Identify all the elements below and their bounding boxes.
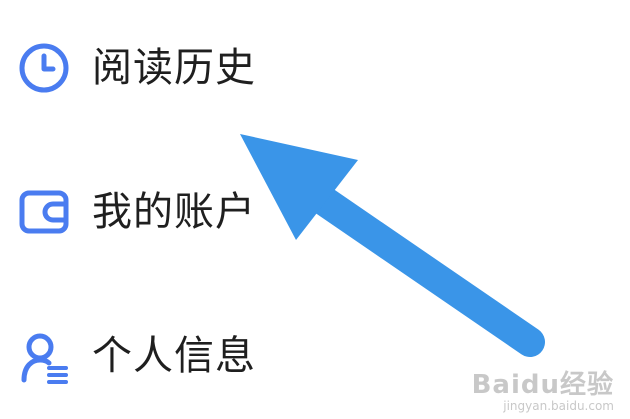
profile-icon — [16, 330, 72, 386]
menu-item-label: 个人信息 — [92, 333, 256, 379]
menu-item-personal-info[interactable]: 个人信息 — [0, 308, 630, 404]
menu-item-reading-history[interactable]: 阅读历史 — [0, 20, 630, 116]
wallet-icon — [16, 184, 72, 240]
clock-icon — [16, 40, 72, 96]
menu-item-my-account[interactable]: 我的账户 — [0, 164, 630, 260]
menu-item-label: 阅读历史 — [92, 45, 256, 91]
menu-item-label: 我的账户 — [92, 189, 256, 235]
